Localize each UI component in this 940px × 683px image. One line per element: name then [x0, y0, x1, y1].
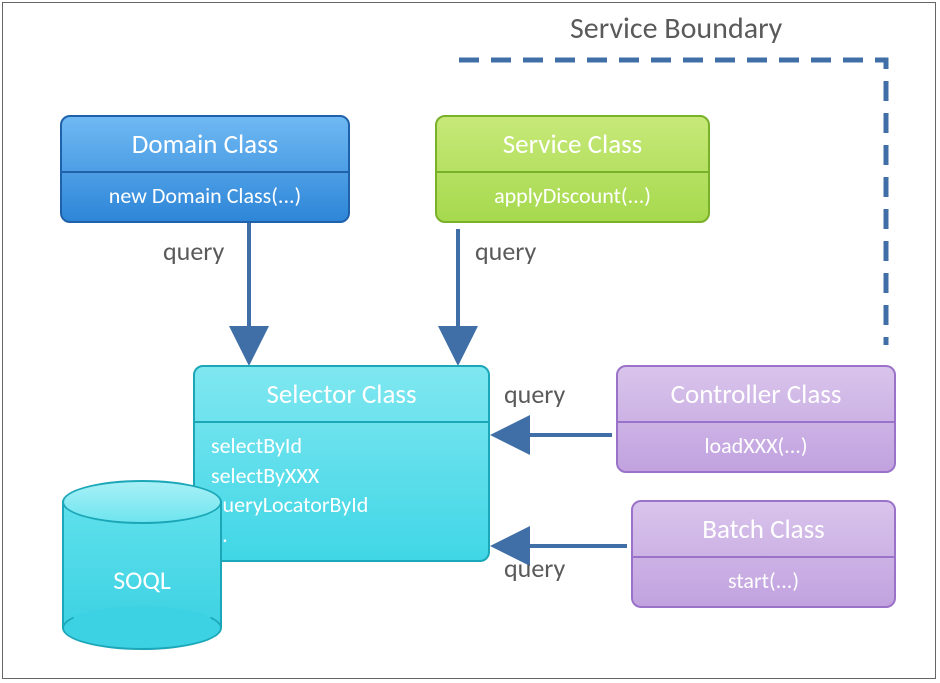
selector-line: ...: [211, 520, 472, 550]
soql-cylinder: SOQL: [62, 480, 222, 640]
service-class-title: Service Class: [437, 117, 708, 173]
batch-class-title: Batch Class: [633, 502, 894, 558]
controller-class-body: loadXXX(...): [618, 423, 894, 471]
selector-line: selectById: [211, 431, 472, 461]
controller-class-box: Controller Class loadXXX(...): [616, 365, 896, 473]
domain-class-box: Domain Class new Domain Class(...): [60, 115, 350, 223]
selector-line: selectByXXX: [211, 461, 472, 491]
batch-class-body: start(...): [633, 558, 894, 606]
edge-label-domain: query: [163, 235, 224, 267]
selector-class-body: selectById selectByXXX queryLocatorById …: [195, 423, 488, 560]
domain-class-body: new Domain Class(...): [62, 173, 348, 221]
selector-class-title: Selector Class: [195, 367, 488, 423]
edge-label-controller: query: [504, 378, 565, 410]
edge-label-batch: query: [504, 552, 565, 584]
domain-class-title: Domain Class: [62, 117, 348, 173]
batch-class-box: Batch Class start(...): [631, 500, 896, 608]
edge-label-service: query: [475, 235, 536, 267]
soql-label: SOQL: [62, 564, 222, 596]
service-class-body: applyDiscount(...): [437, 173, 708, 221]
service-class-box: Service Class applyDiscount(...): [435, 115, 710, 223]
controller-class-title: Controller Class: [618, 367, 894, 423]
service-boundary-label: Service Boundary: [570, 10, 782, 47]
selector-line: queryLocatorById: [211, 490, 472, 520]
selector-class-box: Selector Class selectById selectByXXX qu…: [193, 365, 490, 562]
